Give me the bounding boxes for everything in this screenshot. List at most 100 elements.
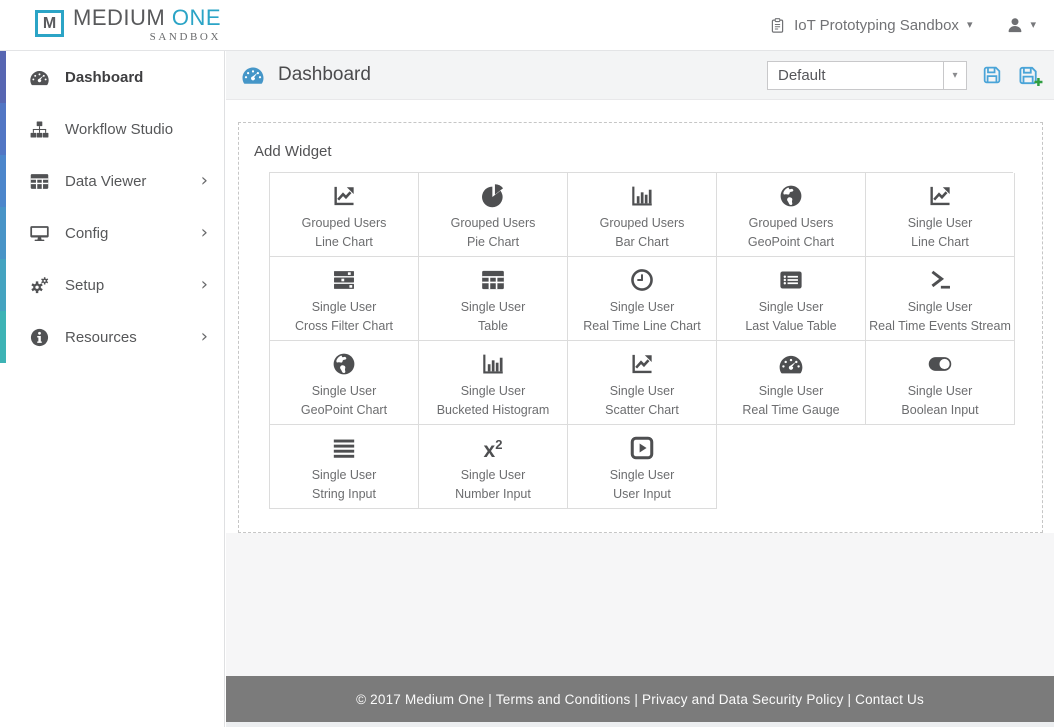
widget-single-user-real-time-events-stream[interactable]: Single User Real Time Events Stream — [866, 257, 1015, 341]
widget-type-label: Bar Chart — [615, 235, 669, 249]
widget-single-user-geopoint-chart[interactable]: Single User GeoPoint Chart — [270, 341, 419, 425]
widget-grouped-users-bar-chart[interactable]: Grouped Users Bar Chart — [568, 173, 717, 257]
widget-type-label: GeoPoint Chart — [300, 403, 388, 417]
widget-single-user-user-input[interactable]: Single User User Input — [568, 425, 717, 509]
sidebar-item-label: Dashboard — [65, 68, 144, 86]
footer-link-terms[interactable]: Terms and Conditions — [496, 692, 631, 707]
gauge-icon — [29, 67, 50, 88]
widget-type-label: Real Time Gauge — [742, 403, 840, 417]
sidebar-item-label: Setup — [65, 276, 105, 294]
sidebar-item-setup[interactable]: Setup › — [0, 259, 224, 311]
view-select-value: Default — [778, 66, 826, 84]
widget-type-label: Bucketed Histogram — [436, 403, 550, 417]
save-dashboard-button[interactable] — [981, 64, 1003, 86]
footer-link-privacy[interactable]: Privacy and Data Security Policy — [642, 692, 843, 707]
gauge-icon — [778, 351, 804, 377]
widget-single-user-line-chart[interactable]: Single User Line Chart — [866, 173, 1015, 257]
terminal-icon — [927, 267, 953, 293]
sidebar-item-dashboard[interactable]: Dashboard — [0, 51, 224, 103]
sidebar-color-strip — [0, 311, 6, 363]
sidebar-color-strip — [0, 207, 6, 259]
save-as-new-dashboard-button[interactable] — [1017, 64, 1043, 87]
x2-icon: x2 — [483, 437, 503, 462]
brand-accent: ONE — [171, 5, 222, 30]
workspace-switcher[interactable]: IoT Prototyping Sandbox ▾ — [769, 16, 972, 35]
widget-type-label: Scatter Chart — [605, 403, 679, 417]
widget-grouped-users-line-chart[interactable]: Grouped Users Line Chart — [270, 173, 419, 257]
sidebar-item-config[interactable]: Config › — [0, 207, 224, 259]
widget-single-user-last-value-table[interactable]: Single User Last Value Table — [717, 257, 866, 341]
globe-icon — [778, 183, 804, 209]
sidebar-color-strip — [0, 155, 6, 207]
widget-type-label: Cross Filter Chart — [295, 319, 393, 333]
widget-group-label: Single User — [311, 384, 377, 398]
widget-group-label: Single User — [609, 468, 675, 482]
gears-icon — [29, 275, 50, 296]
widget-grid: Grouped Users Line Chart Grouped Users Pie … — [269, 172, 1015, 509]
widget-group-label: Single User — [460, 300, 526, 314]
widget-type-label: Real Time Events Stream — [869, 319, 1011, 333]
account-menu[interactable]: ▾ — [1006, 16, 1036, 34]
page-header: Dashboard Default ▾ — [226, 51, 1054, 100]
widget-group-label: Single User — [609, 384, 675, 398]
logo-text: MEDIUM ONE SANDBOX — [73, 7, 221, 43]
brand-tagline: SANDBOX — [149, 31, 222, 43]
widget-single-user-real-time-line-chart[interactable]: Single User Real Time Line Chart — [568, 257, 717, 341]
chevron-right-icon: › — [200, 170, 208, 191]
widget-group-label: Grouped Users — [450, 216, 536, 230]
widget-type-label: Boolean Input — [901, 403, 979, 417]
widget-grouped-users-geopoint-chart[interactable]: Grouped Users GeoPoint Chart — [717, 173, 866, 257]
widget-single-user-number-input[interactable]: x2 Single User Number Input — [419, 425, 568, 509]
widget-group-label: Single User — [311, 468, 377, 482]
toggle-on-icon — [927, 351, 953, 377]
chevron-right-icon: › — [200, 326, 208, 347]
select-caret-icon: ▾ — [943, 61, 966, 89]
globe-icon — [331, 351, 357, 377]
sidebar-item-label: Workflow Studio — [65, 120, 174, 138]
footer-separator: | — [843, 691, 856, 707]
footer-separator: | — [484, 691, 496, 707]
widget-single-user-real-time-gauge[interactable]: Single User Real Time Gauge — [717, 341, 866, 425]
footer-separator: | — [630, 691, 643, 707]
widget-group-label: Single User — [907, 216, 973, 230]
tasks-icon — [331, 267, 357, 293]
logo-m-mark: M — [35, 10, 64, 37]
widget-group-label: Single User — [609, 300, 675, 314]
page-title: Dashboard — [278, 64, 371, 85]
widget-group-label: Grouped Users — [748, 216, 834, 230]
widget-single-user-bucketed-histogram[interactable]: Single User Bucketed Histogram — [419, 341, 568, 425]
table-icon — [480, 267, 506, 293]
widget-type-label: Real Time Line Chart — [583, 319, 701, 333]
chevron-down-icon: ▾ — [1030, 18, 1036, 31]
widget-single-user-cross-filter-chart[interactable]: Single User Cross Filter Chart — [270, 257, 419, 341]
topbar-right: IoT Prototyping Sandbox ▾ ▾ — [769, 16, 1036, 35]
dashboard-content: Add Widget Grouped Users Line Chart Groupe… — [226, 100, 1054, 533]
header-actions: Default ▾ — [767, 60, 1043, 90]
widget-group-label: Single User — [907, 384, 973, 398]
widget-single-user-boolean-input[interactable]: Single User Boolean Input — [866, 341, 1015, 425]
widget-group-label: Single User — [311, 300, 377, 314]
widget-type-label: String Input — [312, 487, 376, 501]
sidebar-item-data-viewer[interactable]: Data Viewer › — [0, 155, 224, 207]
widget-group-label: Single User — [460, 384, 526, 398]
sidebar-nav: Dashboard Workflow Studio Data Viewer › Conf… — [0, 51, 225, 727]
sidebar-color-strip — [0, 51, 6, 103]
sidebar-item-resources[interactable]: Resources › — [0, 311, 224, 363]
widget-group-label: Single User — [758, 384, 824, 398]
dashboard-view-select[interactable]: Default ▾ — [767, 60, 967, 90]
medium-one-logo[interactable]: M MEDIUM ONE SANDBOX — [35, 7, 221, 43]
widget-single-user-scatter-chart[interactable]: Single User Scatter Chart — [568, 341, 717, 425]
line-chart-icon — [331, 183, 357, 209]
user-icon — [1006, 16, 1024, 34]
widget-single-user-string-input[interactable]: Single User String Input — [270, 425, 419, 509]
clock-icon — [629, 267, 655, 293]
widget-type-label: User Input — [613, 487, 671, 501]
dashboard-gauge-icon — [241, 63, 265, 87]
footer-link-contact[interactable]: Contact Us — [855, 692, 924, 707]
widget-grouped-users-pie-chart[interactable]: Grouped Users Pie Chart — [419, 173, 568, 257]
sidebar-item-workflow-studio[interactable]: Workflow Studio — [0, 103, 224, 155]
table-icon — [29, 171, 50, 192]
widget-single-user-table[interactable]: Single User Table — [419, 257, 568, 341]
bar-chart-icon — [629, 183, 655, 209]
